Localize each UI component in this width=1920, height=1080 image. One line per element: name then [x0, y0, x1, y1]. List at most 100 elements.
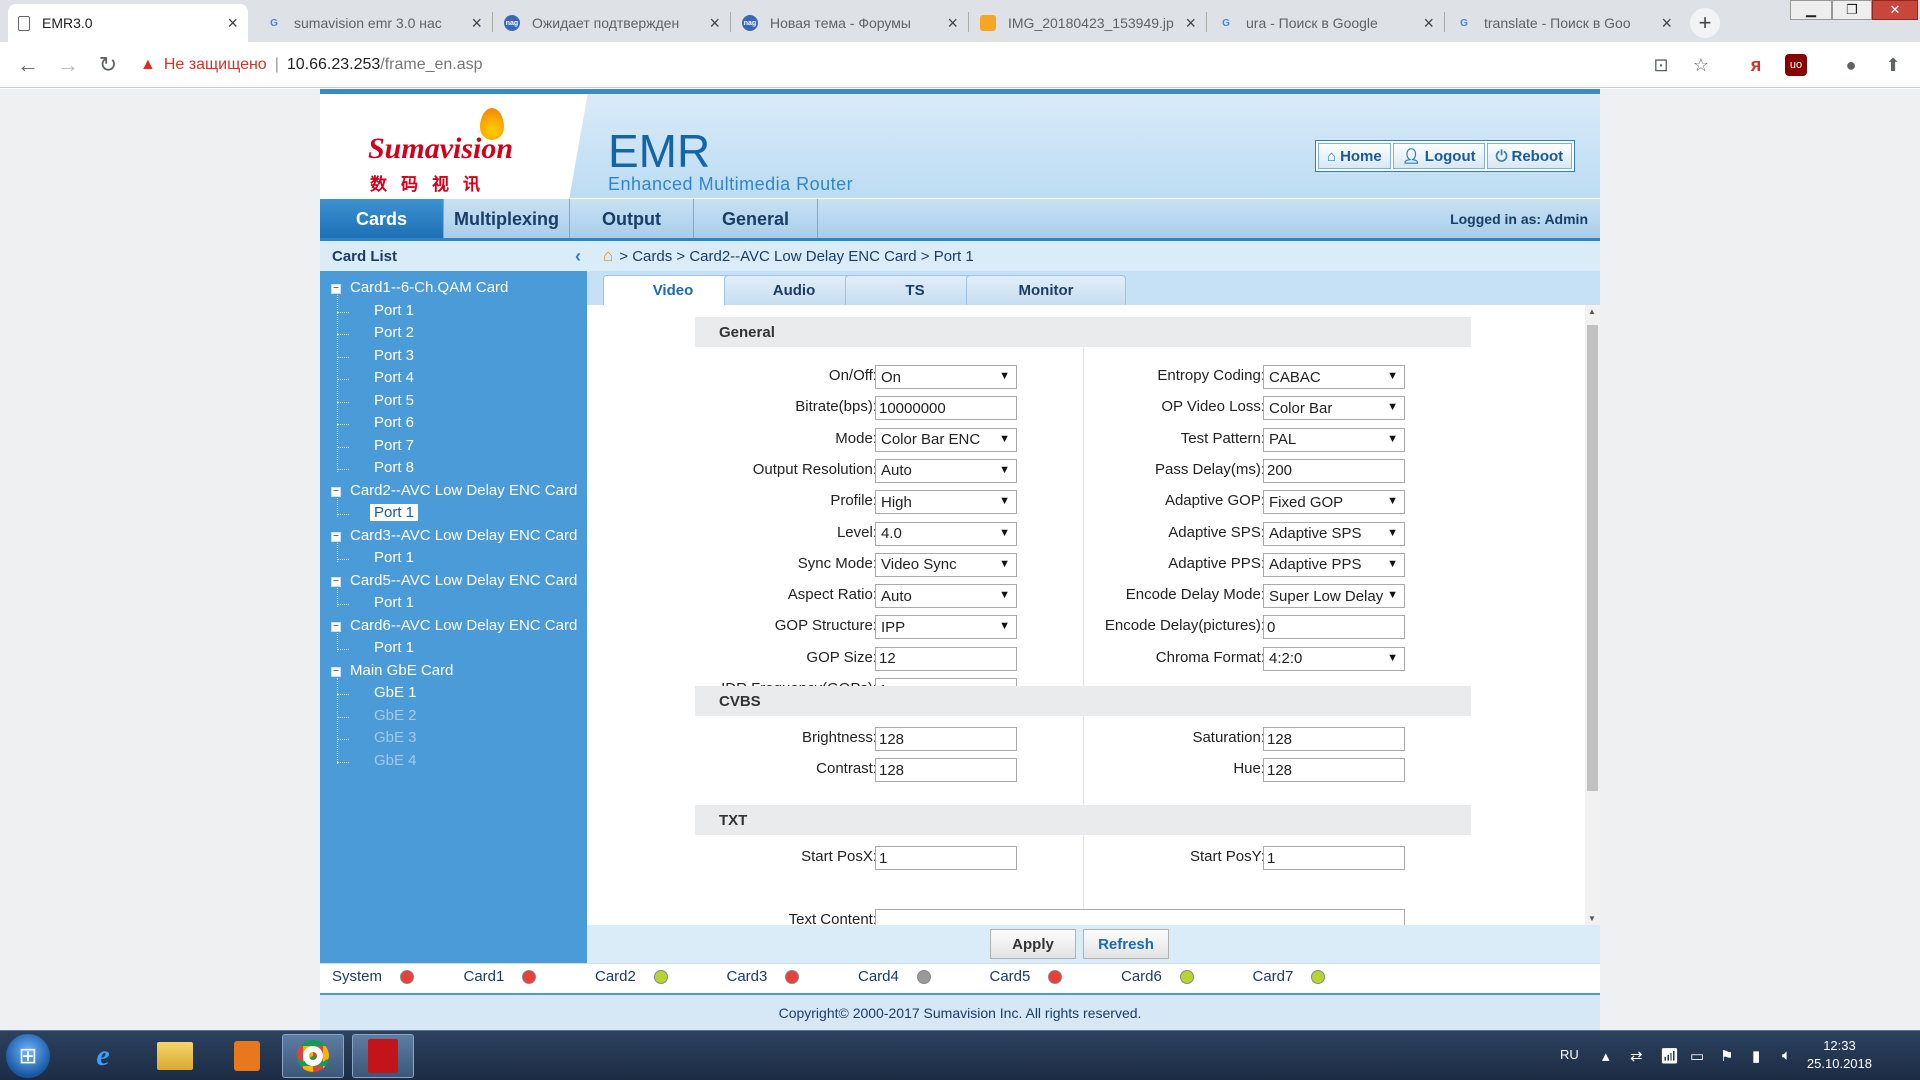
tree-collapse-icon[interactable]: −: [331, 621, 341, 632]
field-select[interactable]: IPP ▼: [875, 615, 1017, 640]
browser-tab[interactable]: IMG_20180423_153949.jp ×: [970, 4, 1206, 42]
field-select[interactable]: 4.0 ▼: [875, 521, 1017, 546]
form-scrollbar[interactable]: ▲ ▼: [1585, 305, 1600, 925]
tree-collapse-icon[interactable]: −: [331, 666, 341, 677]
close-icon[interactable]: ×: [1661, 13, 1672, 34]
battery-icon[interactable]: ▮: [1752, 1047, 1760, 1065]
teamviewer-icon[interactable]: ⇄: [1630, 1047, 1643, 1065]
field-input[interactable]: 0: [1263, 615, 1405, 640]
field-select[interactable]: 4:2:0 ▼: [1263, 646, 1405, 671]
tab-general[interactable]: General: [694, 199, 818, 239]
tree-card[interactable]: Card6--AVC Low Delay ENC Card: [350, 617, 577, 634]
tree-port[interactable]: GbE 2: [374, 707, 417, 724]
reload-icon[interactable]: ↻: [94, 52, 122, 78]
tree-collapse-icon[interactable]: −: [331, 284, 341, 294]
close-icon[interactable]: ×: [227, 13, 238, 34]
translate-icon[interactable]: ⊡: [1650, 54, 1672, 76]
browser-tab[interactable]: nag Новая тема - Форумы ×: [732, 4, 968, 42]
saturation-input[interactable]: 128: [1263, 727, 1405, 751]
close-icon[interactable]: ×: [1185, 13, 1196, 34]
close-icon[interactable]: ×: [947, 13, 958, 34]
apply-button[interactable]: Apply: [990, 929, 1076, 959]
field-select[interactable]: Auto ▼: [875, 458, 1017, 483]
field-select[interactable]: PAL ▼: [1263, 427, 1405, 452]
forward-icon[interactable]: →: [54, 52, 82, 78]
tab-output[interactable]: Output: [570, 199, 694, 239]
bookmark-star-icon[interactable]: ☆: [1690, 54, 1712, 76]
tree-port[interactable]: GbE 4: [374, 752, 417, 769]
field-input[interactable]: 200: [1263, 458, 1405, 483]
field-select[interactable]: Super Low Delay ▼: [1263, 584, 1405, 609]
explorer-icon[interactable]: [144, 1034, 206, 1078]
field-select[interactable]: Adaptive SPS ▼: [1263, 521, 1405, 546]
collapse-icon[interactable]: ‹: [575, 246, 581, 267]
ie-icon[interactable]: e: [72, 1034, 134, 1078]
text-content-input[interactable]: [875, 909, 1405, 925]
contrast-input[interactable]: 128: [875, 758, 1017, 782]
reboot-button[interactable]: ⏻ Reboot: [1486, 143, 1573, 169]
field-select[interactable]: Fixed GOP ▼: [1263, 490, 1405, 515]
field-select[interactable]: CABAC ▼: [1263, 365, 1405, 389]
tree-port[interactable]: Port 5: [374, 392, 414, 409]
tree-port[interactable]: Port 4: [374, 369, 414, 386]
network-icon[interactable]: 📶︎: [1660, 1047, 1679, 1065]
display-icon[interactable]: ▭: [1690, 1047, 1704, 1065]
tree-port[interactable]: Port 6: [374, 414, 414, 431]
tray-expand-icon[interactable]: ▴: [1602, 1047, 1610, 1065]
close-icon[interactable]: ×: [471, 13, 482, 34]
hue-input[interactable]: 128: [1263, 758, 1405, 782]
tree-collapse-icon[interactable]: −: [331, 486, 341, 497]
tree-card[interactable]: Card2--AVC Low Delay ENC Card: [350, 482, 577, 499]
browser-tab[interactable]: G translate - Поиск в Goo ×: [1446, 4, 1682, 42]
chrome-icon[interactable]: [282, 1034, 344, 1078]
tree-port[interactable]: GbE 3: [374, 729, 417, 746]
yandex-icon[interactable]: я: [1745, 54, 1767, 76]
clock[interactable]: 12:33 25.10.2018: [1807, 1037, 1872, 1073]
logout-button[interactable]: 👤︎ Logout: [1392, 143, 1485, 169]
tab-audio[interactable]: Audio: [724, 275, 864, 305]
field-select[interactable]: Video Sync ▼: [875, 552, 1017, 577]
tab-cards[interactable]: Cards: [320, 199, 444, 239]
tab-video[interactable]: Video: [603, 275, 743, 305]
tree-collapse-icon[interactable]: −: [331, 531, 341, 542]
start-posy-input[interactable]: 1: [1263, 846, 1405, 870]
field-select[interactable]: Auto ▼: [875, 584, 1017, 609]
tree-card[interactable]: Card5--AVC Low Delay ENC Card: [350, 572, 577, 589]
field-input[interactable]: 10000000: [875, 396, 1017, 421]
scroll-down-icon[interactable]: ▼: [1588, 914, 1596, 923]
tree-port[interactable]: Port 1: [374, 302, 414, 319]
tree-card[interactable]: Main GbE Card: [350, 662, 453, 679]
acrobat-icon[interactable]: [352, 1034, 414, 1078]
new-tab-button[interactable]: +: [1690, 8, 1720, 38]
tab-multiplexing[interactable]: Multiplexing: [444, 199, 570, 239]
scroll-up-icon[interactable]: ▲: [1588, 307, 1596, 316]
tree-port[interactable]: GbE 1: [374, 684, 417, 701]
start-posx-input[interactable]: 1: [875, 846, 1017, 870]
browser-tab[interactable]: G sumavision emr 3.0 нас ×: [256, 4, 492, 42]
tree-port[interactable]: Port 2: [374, 324, 414, 341]
volume-icon[interactable]: 🔈︎: [1782, 1047, 1791, 1064]
tree-collapse-icon[interactable]: −: [331, 576, 341, 587]
tree-port[interactable]: Port 1: [374, 594, 414, 611]
scrollbar-thumb[interactable]: [1587, 325, 1598, 791]
field-select[interactable]: High ▼: [875, 490, 1017, 515]
back-icon[interactable]: ←: [14, 52, 42, 78]
field-select[interactable]: Color Bar ▼: [1263, 396, 1405, 421]
tree-port[interactable]: Port 1: [374, 549, 414, 566]
tree-card[interactable]: Card1--6-Ch.QAM Card: [350, 279, 508, 296]
tab-ts[interactable]: TS: [845, 275, 985, 305]
tree-card[interactable]: Card3--AVC Low Delay ENC Card: [350, 527, 577, 544]
field-input[interactable]: 12: [875, 646, 1017, 671]
tab-monitor[interactable]: Monitor: [966, 275, 1126, 305]
tree-port[interactable]: Port 8: [374, 459, 414, 476]
tree-port[interactable]: Port 1: [374, 639, 414, 656]
action-center-icon[interactable]: ⚑: [1720, 1047, 1733, 1065]
media-player-icon[interactable]: [216, 1034, 278, 1078]
url-input[interactable]: ▲ Не защищено | 10.66.23.253 /frame_en.a…: [140, 48, 1710, 82]
browser-tab[interactable]: G ura - Поиск в Google ×: [1208, 4, 1444, 42]
close-icon[interactable]: ×: [1423, 13, 1434, 34]
close-icon[interactable]: ×: [709, 13, 720, 34]
home-icon[interactable]: ⌂: [603, 246, 613, 266]
ublock-icon[interactable]: uo: [1785, 54, 1807, 76]
minimize-icon[interactable]: ▁: [1790, 0, 1832, 20]
